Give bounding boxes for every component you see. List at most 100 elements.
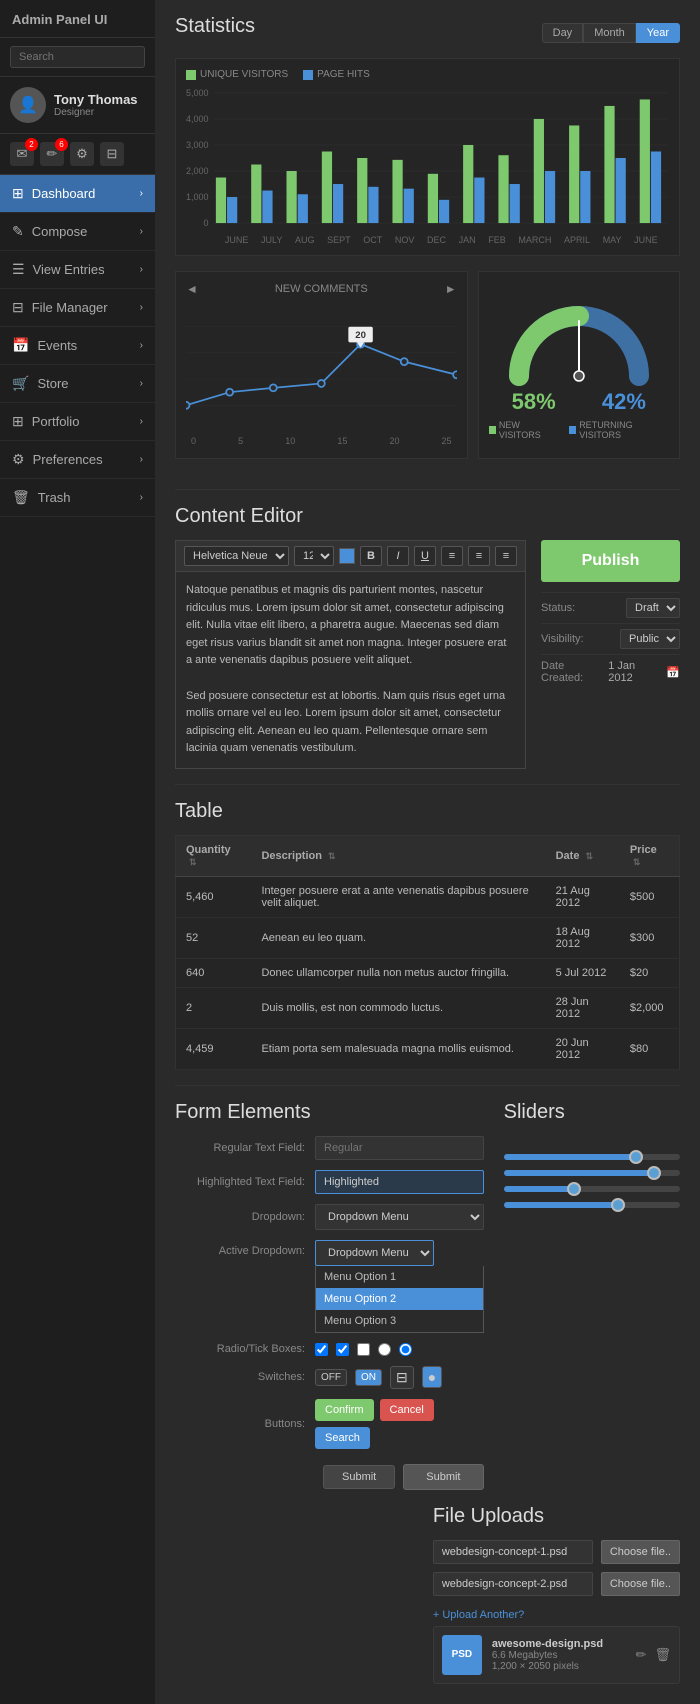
line-x-labels: 0510152025 bbox=[186, 434, 457, 448]
underline-btn[interactable]: U bbox=[414, 546, 436, 566]
sidebar-item-preferences[interactable]: ⚙Preferences› bbox=[0, 441, 155, 479]
cell-date-0: 21 Aug 2012 bbox=[546, 876, 620, 917]
search-input[interactable] bbox=[10, 46, 145, 68]
cell-price-0: $500 bbox=[620, 876, 680, 917]
chart-next-btn[interactable]: ► bbox=[445, 282, 457, 296]
mail-icon-btn[interactable]: ✉ 2 bbox=[10, 142, 34, 166]
choose-btn-1[interactable]: Choose file.. bbox=[601, 1540, 680, 1564]
align-right-btn[interactable]: ≡ bbox=[495, 546, 517, 566]
font-size-select[interactable]: 12 bbox=[294, 546, 334, 566]
dropdown-option-1[interactable]: Menu Option 1 bbox=[316, 1266, 483, 1288]
color-picker[interactable] bbox=[339, 548, 355, 564]
th-description[interactable]: Description ⇅ bbox=[251, 835, 545, 876]
nav-arrow-5: › bbox=[140, 378, 143, 389]
nav-icon-7: ⚙ bbox=[12, 451, 25, 468]
file-details: awesome-design.psd 6.6 Megabytes 1,200 ×… bbox=[492, 1638, 626, 1672]
search-container bbox=[0, 38, 155, 77]
switch-toggle-1[interactable]: ⊟ bbox=[390, 1366, 414, 1389]
sidebar-item-dashboard[interactable]: ⊞Dashboard› bbox=[0, 175, 155, 213]
sliders-container bbox=[504, 1136, 680, 1228]
radio-1[interactable] bbox=[378, 1343, 391, 1356]
switch-off[interactable]: OFF bbox=[315, 1369, 347, 1386]
font-family-select[interactable]: Helvetica Neue bbox=[184, 546, 289, 566]
nav-icon-4: 📅 bbox=[12, 337, 29, 354]
slider-fill-4 bbox=[504, 1202, 619, 1208]
legend-unique: UNIQUE VISITORS bbox=[186, 69, 288, 80]
slider-thumb-3[interactable] bbox=[567, 1182, 581, 1196]
dropdown-select[interactable]: Dropdown Menu bbox=[315, 1204, 484, 1230]
slider-row-4 bbox=[504, 1202, 680, 1208]
regular-text-input[interactable] bbox=[315, 1136, 484, 1160]
slider-thumb-2[interactable] bbox=[647, 1166, 661, 1180]
upload-another-btn[interactable]: + Upload Another? bbox=[433, 1604, 680, 1626]
highlighted-text-input[interactable] bbox=[315, 1170, 484, 1194]
cancel-button[interactable]: Cancel bbox=[380, 1399, 434, 1421]
sidebar-item-view-entries[interactable]: ☰View Entries› bbox=[0, 251, 155, 289]
nav-label-0: Dashboard bbox=[32, 186, 96, 201]
file-name-2[interactable] bbox=[433, 1572, 593, 1596]
switches-label: Switches: bbox=[175, 1371, 305, 1383]
switch-on[interactable]: ON bbox=[355, 1369, 382, 1386]
nav-icon-1: ✎ bbox=[12, 223, 24, 240]
slider-thumb-4[interactable] bbox=[611, 1198, 625, 1212]
checkbox-1[interactable] bbox=[315, 1343, 328, 1356]
delete-file-btn[interactable]: 🗑 bbox=[654, 1647, 671, 1663]
search-button[interactable]: Search bbox=[315, 1427, 370, 1449]
gauge-box: 58% 42% NEW VISITORS RETURNING VISITORS bbox=[478, 271, 680, 459]
nav-arrow-3: › bbox=[140, 302, 143, 313]
dropdown-option-2[interactable]: Menu Option 2 bbox=[316, 1288, 483, 1310]
regular-label: Regular Text Field: bbox=[175, 1142, 305, 1154]
highlighted-label: Highlighted Text Field: bbox=[175, 1176, 305, 1188]
sidebar-item-events[interactable]: 📅Events› bbox=[0, 327, 155, 365]
cell-quantity-3: 2 bbox=[176, 987, 252, 1028]
checkbox-2[interactable] bbox=[336, 1343, 349, 1356]
status-select[interactable]: Draft bbox=[626, 598, 680, 618]
confirm-button[interactable]: Confirm bbox=[315, 1399, 374, 1421]
table-row: 2Duis mollis, est non commodo luctus.28 … bbox=[176, 987, 680, 1028]
sidebar-item-compose[interactable]: ✎Compose› bbox=[0, 213, 155, 251]
align-left-btn[interactable]: ≡ bbox=[441, 546, 463, 566]
bookmark-icon-btn[interactable]: ⊟ bbox=[100, 142, 124, 166]
th-price[interactable]: Price ⇅ bbox=[620, 835, 680, 876]
switch-toggle-2[interactable]: ● bbox=[422, 1366, 442, 1388]
bold-btn[interactable]: B bbox=[360, 546, 382, 566]
nav-icon-3: ⊟ bbox=[12, 299, 24, 316]
chart-prev-btn[interactable]: ◄ bbox=[186, 282, 198, 296]
sidebar-item-portfolio[interactable]: ⊞Portfolio› bbox=[0, 403, 155, 441]
time-btn-month[interactable]: Month bbox=[583, 23, 636, 43]
editor-row: Helvetica Neue 12 B I U ≡ ≡ ≡ Natoque pe… bbox=[175, 540, 680, 769]
file-name-1[interactable] bbox=[433, 1540, 593, 1564]
sidebar-item-file-manager[interactable]: ⊟File Manager› bbox=[0, 289, 155, 327]
active-dropdown-select[interactable]: Dropdown Menu bbox=[315, 1240, 434, 1266]
choose-btn-2[interactable]: Choose file.. bbox=[601, 1572, 680, 1596]
submit-btn-1[interactable]: Submit bbox=[323, 1465, 395, 1489]
calendar-icon[interactable]: 📅 bbox=[666, 666, 680, 679]
edit-file-btn[interactable]: ✏ bbox=[636, 1647, 647, 1663]
checkbox-3[interactable] bbox=[357, 1343, 370, 1356]
settings-icon-btn[interactable]: ⚙ bbox=[70, 142, 94, 166]
nav-arrow-4: › bbox=[140, 340, 143, 351]
publish-button[interactable]: Publish bbox=[541, 540, 680, 582]
cell-description-1: Aenean eu leo quam. bbox=[251, 917, 545, 958]
bar-chart-container: UNIQUE VISITORS PAGE HITS 5,000 4,000 3,… bbox=[175, 58, 680, 256]
time-btn-year[interactable]: Year bbox=[636, 23, 680, 43]
italic-btn[interactable]: I bbox=[387, 546, 409, 566]
editor-body[interactable]: Natoque penatibus et magnis dis parturie… bbox=[175, 571, 526, 769]
radio-2[interactable] bbox=[399, 1343, 412, 1356]
visibility-select[interactable]: Public bbox=[620, 629, 680, 649]
file-input-row-1: Choose file.. bbox=[433, 1540, 680, 1564]
editor-sidebar: Publish Status: Draft Visibility: Public… bbox=[541, 540, 680, 769]
align-center-btn[interactable]: ≡ bbox=[468, 546, 490, 566]
sidebar-item-trash[interactable]: 🗑Trash› bbox=[0, 479, 155, 517]
submit-btn-2[interactable]: Submit bbox=[403, 1464, 483, 1490]
editor-main: Helvetica Neue 12 B I U ≡ ≡ ≡ Natoque pe… bbox=[175, 540, 526, 769]
sidebar-item-store[interactable]: 🛒Store› bbox=[0, 365, 155, 403]
time-btn-day[interactable]: Day bbox=[542, 23, 584, 43]
file-title: awesome-design.psd bbox=[492, 1638, 626, 1650]
slider-thumb-1[interactable] bbox=[629, 1150, 643, 1164]
edit-icon-btn[interactable]: ✏ 6 bbox=[40, 142, 64, 166]
th-quantity[interactable]: Quantity ⇅ bbox=[176, 835, 252, 876]
dropdown-option-3[interactable]: Menu Option 3 bbox=[316, 1310, 483, 1332]
gauge-returning-pct: 42% bbox=[602, 389, 646, 415]
th-date[interactable]: Date ⇅ bbox=[546, 835, 620, 876]
